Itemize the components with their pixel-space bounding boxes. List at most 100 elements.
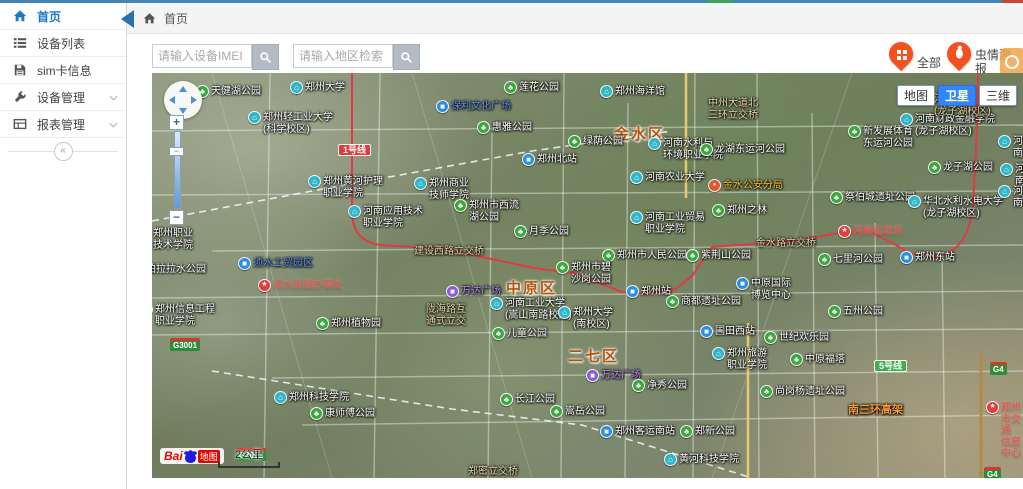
zoom-in-button[interactable]: + — [169, 115, 184, 130]
map-marker-station[interactable]: ■圃田西站 — [700, 325, 755, 338]
map-marker-label: 儿童公园 — [507, 328, 547, 340]
map-marker-park[interactable]: ♣净秀公园 — [632, 379, 687, 392]
map-marker-park[interactable]: ♣绿荫公园 — [568, 135, 623, 148]
map-marker-shield[interactable]: G3001 — [170, 337, 200, 351]
map-type-3d[interactable]: 三维 — [979, 85, 1017, 106]
pan-left-icon[interactable] — [169, 96, 175, 104]
pan-down-icon[interactable] — [179, 108, 187, 114]
map-marker-park[interactable]: ♣莲花公园 — [504, 81, 559, 94]
map-marker-roadOrange[interactable]: 南三环高架 — [848, 403, 903, 417]
map-marker-college[interactable]: ⌂郑州大学 (南校区) — [558, 306, 613, 330]
sidebar-item-report-mgmt[interactable]: 报表管理 — [0, 111, 126, 138]
map-marker-station[interactable]: ■中原国际 博览中心 — [736, 277, 791, 301]
map-marker-road[interactable]: 陇海路互 通式立交 — [426, 303, 466, 327]
region-search-button[interactable] — [393, 44, 420, 70]
map-marker-red[interactable]: ★须水街道办事处 — [258, 279, 343, 292]
map-marker-park[interactable]: ♣世纪欢乐园 — [764, 331, 829, 344]
map-marker-college[interactable]: ⌂河南工业贸易 职业学院 — [630, 211, 705, 235]
map-marker-metro1[interactable]: 1号线 — [338, 143, 371, 156]
college-marker-icon: ⌂ — [414, 177, 427, 190]
map-marker-park[interactable]: ♣郑州植物园 — [316, 317, 381, 330]
map-marker-college[interactable]: ⌂郑州职业 技术学院 — [152, 227, 193, 251]
map-marker-road[interactable]: 郑密立交桥 — [468, 465, 518, 478]
imei-search-input[interactable] — [152, 44, 252, 68]
pan-up-icon[interactable] — [179, 86, 187, 92]
imei-search-button[interactable] — [252, 44, 279, 70]
map-marker-info[interactable]: ■保利文化广场 — [436, 100, 511, 113]
map-marker-district[interactable]: 中原区 — [506, 279, 557, 297]
map-marker-college[interactable]: ⌂河南 — [998, 185, 1023, 209]
map-marker-park[interactable]: ♣紫荆山公园 — [686, 249, 751, 262]
map-marker-station[interactable]: ■郑州客运南站 — [600, 425, 675, 438]
map-marker-college[interactable]: ⌂河南 — [998, 135, 1023, 159]
map-marker-station[interactable]: ■郑州东站 — [900, 251, 955, 264]
map-marker-college[interactable]: ⌂河南 — [1000, 163, 1023, 187]
map-marker-road[interactable]: 中州大道北 三环立交桥 — [708, 97, 758, 121]
map-marker-park[interactable]: ♣尚岗杨遗址公园 — [760, 385, 845, 398]
map-marker-shield[interactable]: G4 — [984, 466, 1001, 478]
map-marker-park[interactable]: ♣七里河公园 — [818, 253, 883, 266]
map-marker-college[interactable]: ⌂郑州科技学院 — [274, 391, 349, 404]
sidebar-collapse-button[interactable]: « — [54, 142, 73, 161]
map-marker-college[interactable]: ⌂华北水利水电大学 (龙子湖校区) — [908, 195, 1003, 219]
region-search-input[interactable] — [293, 44, 393, 68]
sidebar-item-home[interactable]: 首页 — [0, 3, 126, 30]
zoom-slider-handle[interactable]: − — [169, 147, 184, 156]
map-type-satellite[interactable]: 卫星 — [938, 85, 976, 106]
map-marker-shield[interactable]: G4 — [990, 361, 1007, 375]
map-marker-college[interactable]: ⌂河南农业大学 — [630, 171, 705, 184]
map-canvas[interactable]: ♣天健湖公园 ⌂郑州大学 ♣莲花公园 ■保利文化广场 ⌂郑州轻工业大学 (科学校区) ♣惠… — [152, 73, 1023, 478]
map-marker-park[interactable]: ♣长江公园 — [500, 393, 555, 406]
map-marker-plain[interactable]: 奥帕拉拉水公园 — [152, 263, 206, 276]
breadcrumb-home[interactable]: 首页 — [164, 10, 188, 27]
map-marker-college[interactable]: ⌂郑州轻工业大学 (科学校区) — [248, 111, 333, 135]
map-marker-park[interactable]: ♣龙湖东运河公园 — [700, 143, 785, 156]
map-marker-college[interactable]: ⌂郑州商业 技师学院 — [414, 177, 469, 201]
zoom-out-button[interactable]: − — [169, 210, 184, 225]
map-marker-college[interactable]: ⌂黄河科技学院 — [664, 453, 739, 466]
map-marker-park[interactable]: ♣五州公园 — [828, 305, 883, 318]
map-marker-college[interactable]: ⌂郑州黄河护理 职业学院 — [308, 175, 383, 199]
map-marker-college[interactable]: ⌂郑州海洋馆 — [600, 85, 665, 98]
map-marker-park[interactable]: ♣郑州市碧 沙岗公园 — [556, 261, 611, 285]
map-marker-park[interactable]: ♣龙子湖公园 — [928, 161, 993, 174]
map-marker-district[interactable]: 二七区 — [568, 347, 619, 365]
map-marker-station[interactable]: ■郑州北站 — [522, 153, 577, 166]
map-marker-park[interactable]: ♣郑州之林 — [712, 204, 767, 217]
map-marker-park[interactable]: ♣郑州市西流 湖公园 — [454, 199, 519, 223]
filter-all-pin[interactable]: 全部 — [889, 42, 941, 70]
sidebar-item-sim-info[interactable]: sim卡信息 — [0, 57, 126, 84]
map-marker-park[interactable]: ♣中原福塔 — [790, 353, 845, 366]
map-marker-college[interactable]: ⌂郑州旅游 职业学院 — [712, 347, 767, 371]
map-marker-road[interactable]: 金水路立交桥 — [756, 237, 816, 250]
map-marker-info[interactable]: ■须水工贸园区 — [238, 257, 313, 270]
main-area: 首页 全部 虫情测 报 — [127, 3, 1023, 489]
map-marker-park[interactable]: ♣月季公园 — [514, 225, 569, 238]
map-marker-park[interactable]: ♣儿童公园 — [492, 327, 547, 340]
sidebar-item-device-list[interactable]: 设备列表 — [0, 30, 126, 57]
map-marker-park[interactable]: ♣祭伯城遗址公园 — [830, 191, 915, 204]
pan-right-icon[interactable] — [191, 96, 197, 104]
zoom-slider-track[interactable] — [174, 131, 181, 209]
map-pan-control[interactable] — [164, 81, 202, 119]
map-marker-college[interactable]: ⌂郑州大学 — [290, 81, 345, 94]
map-marker-red[interactable]: ★河南省政府 — [838, 225, 903, 238]
map-marker-park[interactable]: ♣康师傅公园 — [310, 407, 375, 420]
map-marker-red[interactable]: ★郑州市交通 信息中心 — [986, 401, 1023, 460]
map-marker-label: 商都遗址公园 — [681, 296, 741, 308]
map-marker-park[interactable]: ♣惠雅公园 — [477, 121, 532, 134]
map-type-map[interactable]: 地图 — [897, 85, 935, 106]
map-marker-park[interactable]: ♣郑州市人民公园 — [602, 249, 687, 262]
map-marker-metro5[interactable]: 5号线 — [874, 359, 907, 372]
sidebar-item-device-mgmt[interactable]: 设备管理 — [0, 84, 126, 111]
map-marker-park[interactable]: ♣嵩岳公园 — [550, 405, 605, 418]
map-marker-college[interactable]: ⌂郑州信息工程 职业学院 — [152, 303, 215, 327]
map-marker-college[interactable]: ⌂河南应用技术 职业学院 — [348, 205, 423, 229]
map-marker-gold[interactable]: ●金水公安分局 — [708, 179, 783, 192]
map-marker-park[interactable]: ♣郑新公园 — [680, 425, 735, 438]
clipped-pin-button[interactable] — [1000, 48, 1023, 76]
map-marker-road[interactable]: 建设西路立交桥 — [414, 245, 484, 258]
map-marker-park[interactable]: ♣天健湖公园 — [196, 85, 261, 98]
map-marker-station[interactable]: ■郑州站 — [626, 285, 671, 298]
map-marker-park[interactable]: ♣商都遗址公园 — [666, 295, 741, 308]
